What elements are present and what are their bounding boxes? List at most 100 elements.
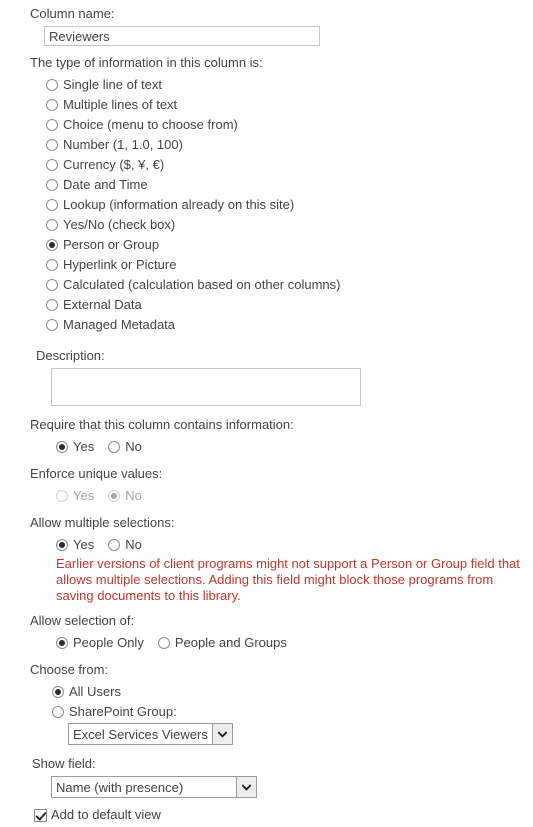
radio-icon — [46, 119, 58, 131]
multiple-selections-warning: Earlier versions of client programs migh… — [56, 556, 520, 603]
option-label: Currency ($, ¥, €) — [63, 157, 165, 172]
radio-icon — [46, 199, 58, 211]
column-type-option-single-line[interactable]: Single line of text — [46, 75, 533, 95]
column-type-option-hyperlink-or-picture[interactable]: Hyperlink or Picture — [46, 255, 533, 275]
show-field-section: Show field: Name (with presence) — [0, 756, 533, 798]
radio-icon — [46, 319, 58, 331]
radio-icon — [46, 139, 58, 151]
required-label: Require that this column contains inform… — [30, 417, 294, 432]
choose-from-label: Choose from: — [30, 662, 109, 677]
option-label: Date and Time — [63, 177, 148, 192]
column-type-option-calculated[interactable]: Calculated (calculation based on other c… — [46, 275, 533, 295]
allow-selection-radio-group: People Only People and Groups — [56, 633, 533, 653]
option-label: Managed Metadata — [63, 317, 176, 332]
unique-values-option-no: No — [108, 488, 142, 504]
column-type-section: The type of information in this column i… — [0, 55, 533, 335]
radio-icon — [52, 686, 64, 698]
radio-icon — [56, 539, 68, 551]
multiple-selections-label: Allow multiple selections: — [30, 515, 175, 530]
option-label: No — [125, 488, 142, 503]
option-label: External Data — [63, 297, 142, 312]
column-type-option-date-time[interactable]: Date and Time — [46, 175, 533, 195]
column-type-option-currency[interactable]: Currency ($, ¥, €) — [46, 155, 533, 175]
radio-icon — [108, 441, 121, 453]
unique-values-option-yes: Yes — [56, 488, 94, 504]
option-label: All Users — [69, 684, 122, 699]
multiple-selections-radio-group: Yes No — [56, 535, 533, 555]
option-label: Yes — [73, 439, 95, 454]
radio-icon — [108, 490, 121, 502]
chevron-down-icon — [211, 724, 232, 744]
sharepoint-group-select[interactable]: Excel Services Viewers — [68, 723, 233, 745]
column-type-option-person-or-group[interactable]: Person or Group — [46, 235, 533, 255]
radio-icon — [157, 637, 170, 649]
description-label: Description: — [36, 348, 105, 363]
unique-values-radio-group: Yes No — [56, 486, 533, 506]
show-field-select-value: Name (with presence) — [56, 779, 184, 795]
option-label: Yes — [73, 537, 95, 552]
radio-icon — [46, 299, 58, 311]
radio-icon — [46, 79, 58, 91]
radio-icon — [46, 239, 58, 251]
radio-icon — [46, 259, 58, 271]
column-name-input[interactable] — [44, 26, 320, 46]
add-to-default-view-row[interactable]: Add to default view — [34, 807, 533, 823]
show-field-select[interactable]: Name (with presence) — [51, 776, 257, 798]
column-type-label: The type of information in this column i… — [30, 55, 263, 70]
column-type-option-lookup[interactable]: Lookup (information already on this site… — [46, 195, 533, 215]
column-type-option-choice[interactable]: Choice (menu to choose from) — [46, 115, 533, 135]
radio-icon — [46, 179, 58, 191]
radio-icon — [56, 637, 68, 649]
multiple-selections-option-no[interactable]: No — [108, 537, 142, 553]
radio-icon — [56, 441, 68, 453]
choose-from-section: Choose from: All Users SharePoint Group:… — [0, 662, 533, 745]
sharepoint-group-select-value: Excel Services Viewers — [73, 726, 208, 742]
required-option-yes[interactable]: Yes — [56, 439, 94, 455]
allow-selection-label: Allow selection of: — [30, 613, 135, 628]
unique-values-label: Enforce unique values: — [30, 466, 163, 481]
option-label: Choice (menu to choose from) — [63, 117, 238, 132]
multiple-selections-option-yes[interactable]: Yes — [56, 537, 94, 553]
choose-from-option-sharepoint-group[interactable]: SharePoint Group: — [52, 702, 533, 722]
show-field-label: Show field: — [32, 756, 96, 771]
option-label: People and Groups — [174, 635, 287, 650]
option-label: Yes — [73, 488, 95, 503]
column-type-option-managed-metadata[interactable]: Managed Metadata — [46, 315, 533, 335]
option-label: Person or Group — [63, 237, 160, 252]
radio-icon — [52, 706, 64, 718]
option-label: Hyperlink or Picture — [63, 257, 177, 272]
radio-icon — [46, 219, 58, 231]
option-label: Calculated (calculation based on other c… — [63, 277, 341, 292]
description-section: Description: — [0, 348, 533, 406]
option-label: Yes/No (check box) — [63, 217, 176, 232]
allow-selection-option-people-and-groups[interactable]: People and Groups — [157, 635, 287, 651]
allow-selection-section: Allow selection of: People Only People a… — [0, 613, 533, 653]
choose-from-option-all-users[interactable]: All Users — [52, 682, 533, 702]
option-label: No — [125, 537, 142, 552]
radio-icon — [46, 159, 58, 171]
radio-icon — [46, 99, 58, 111]
option-label: No — [125, 439, 142, 454]
column-type-option-yes-no[interactable]: Yes/No (check box) — [46, 215, 533, 235]
option-label: Single line of text — [63, 77, 163, 92]
add-to-default-view-label: Add to default view — [51, 807, 161, 822]
column-type-option-multiple-lines[interactable]: Multiple lines of text — [46, 95, 533, 115]
multiple-selections-section: Allow multiple selections: Yes No Earlie… — [0, 515, 533, 604]
option-label: Lookup (information already on this site… — [63, 197, 295, 212]
unique-values-section: Enforce unique values: Yes No — [0, 466, 533, 506]
create-column-form: Column name: The type of information in … — [0, 0, 533, 823]
option-label: People Only — [73, 635, 144, 650]
allow-selection-option-people-only[interactable]: People Only — [56, 635, 144, 651]
required-option-no[interactable]: No — [108, 439, 142, 455]
radio-icon — [46, 279, 58, 291]
radio-icon — [108, 539, 121, 551]
chevron-down-icon — [236, 777, 256, 797]
required-section: Require that this column contains inform… — [0, 417, 533, 457]
column-type-option-number[interactable]: Number (1, 1.0, 100) — [46, 135, 533, 155]
option-label: Multiple lines of text — [63, 97, 178, 112]
column-name-label: Column name: — [30, 6, 115, 21]
column-type-radio-group: Single line of text Multiple lines of te… — [0, 75, 533, 335]
column-type-option-external-data[interactable]: External Data — [46, 295, 533, 315]
column-name-section: Column name: — [0, 6, 533, 46]
description-input[interactable] — [51, 368, 361, 406]
